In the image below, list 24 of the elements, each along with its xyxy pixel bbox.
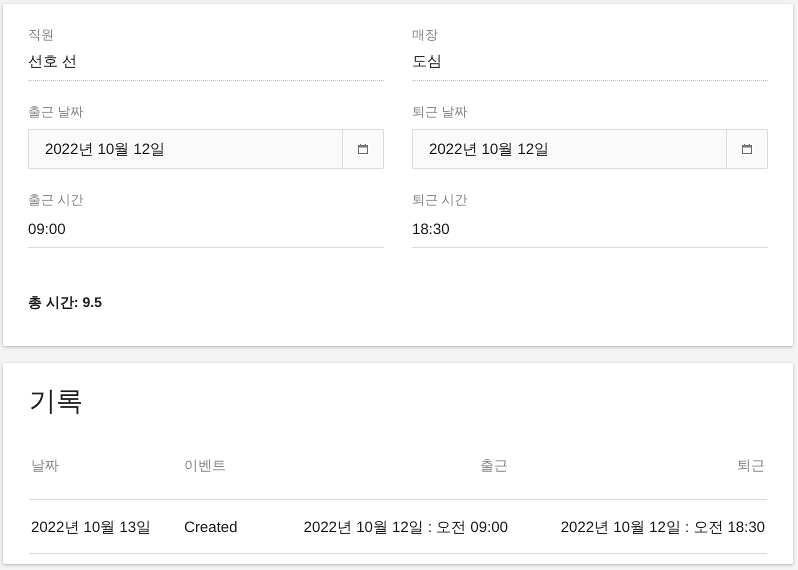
field-label: 퇴근 시간 [412, 191, 469, 209]
field-label: 퇴근 날짜 [412, 103, 469, 121]
field-value: 도심 [412, 52, 768, 81]
field-label: 매장 [412, 26, 439, 44]
calendar-icon [358, 144, 368, 154]
date-field[interactable]: 2022년 10월 12일 [28, 129, 384, 169]
section-title: 기록 [29, 385, 84, 418]
table-cell: 2022년 10월 12일 : 오전 18:30 [510, 500, 767, 554]
column-header: 이벤트 [182, 449, 253, 500]
column-header: 날짜 [29, 449, 182, 500]
field-value: 선호 선 [28, 52, 384, 81]
calendar-icon [742, 144, 752, 154]
table-cell: 2022년 10월 13일 [29, 500, 182, 554]
time-field[interactable]: 09:00 [28, 221, 384, 248]
column-header: 출근 [252, 449, 510, 500]
field-label: 출근 날짜 [28, 103, 85, 121]
table-cell: Created [182, 500, 253, 554]
time-field[interactable]: 18:30 [412, 221, 768, 248]
column-header: 퇴근 [510, 449, 767, 500]
table-cell: 2022년 10월 12일 : 오전 09:00 [252, 500, 510, 554]
date-field[interactable]: 2022년 10월 12일 [412, 129, 768, 169]
field-label: 직원 [28, 26, 55, 44]
field-label: 출근 시간 [28, 191, 85, 209]
total-hours: 총 시간: 9.5 [28, 294, 103, 312]
